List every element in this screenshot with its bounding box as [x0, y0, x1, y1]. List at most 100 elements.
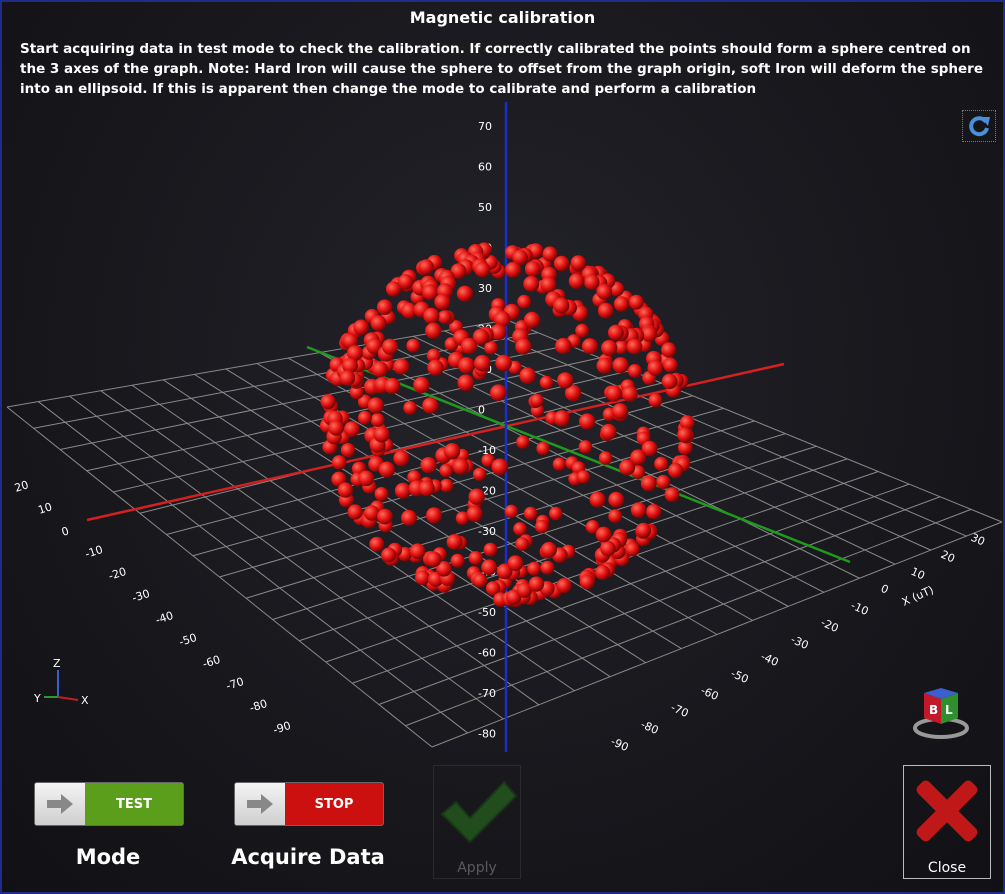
data-point: [549, 506, 563, 521]
data-point: [595, 526, 612, 543]
data-point: [483, 542, 498, 557]
data-point: [427, 359, 444, 376]
data-point: [581, 338, 599, 355]
checkmark-icon: [440, 780, 518, 844]
right-tick-label: -60: [699, 684, 721, 703]
data-point: [552, 457, 567, 471]
scatter-3d-plot[interactable]: 706050403020100-10-20-30-40-50-60-70-802…: [2, 2, 1003, 892]
data-point: [472, 467, 487, 481]
data-point: [369, 536, 385, 552]
data-point: [367, 397, 384, 414]
data-point: [523, 506, 538, 521]
data-point: [374, 487, 389, 501]
apply-button[interactable]: Apply: [433, 765, 521, 879]
data-point: [535, 519, 549, 534]
data-point: [606, 385, 623, 402]
reset-view-button[interactable]: [962, 110, 996, 142]
data-point: [504, 504, 519, 519]
data-point: [474, 354, 491, 372]
data-point: [371, 361, 388, 378]
floor-grid: [6, 319, 1003, 748]
left-tick-label: -90: [271, 719, 292, 737]
mode-toggle[interactable]: TEST: [34, 782, 184, 826]
right-tick-label: -80: [639, 718, 661, 737]
refresh-icon: [969, 116, 990, 137]
data-point: [568, 273, 585, 289]
data-point: [337, 482, 354, 498]
data-point: [446, 534, 463, 550]
apply-label: Apply: [457, 860, 497, 876]
right-tick-label: 0: [879, 582, 891, 597]
triad-y-label: Y: [33, 692, 41, 705]
data-point: [468, 551, 483, 565]
data-point: [668, 463, 684, 479]
left-tick-label: 0: [60, 524, 71, 539]
z-tick-label: 30: [478, 282, 492, 295]
data-point: [409, 543, 426, 559]
right-tick-label: -40: [759, 650, 781, 669]
left-tick-label: -50: [177, 631, 198, 649]
data-point: [420, 457, 437, 474]
acquire-state-text: STOP: [285, 783, 383, 825]
data-point: [517, 294, 532, 309]
data-point: [491, 458, 509, 476]
data-point: [425, 322, 442, 339]
data-point: [640, 475, 657, 492]
mode-state-text: TEST: [85, 783, 183, 825]
close-button[interactable]: Close: [903, 765, 991, 879]
data-point: [608, 509, 623, 523]
x-axis-title: X (uT): [900, 583, 936, 608]
data-point: [578, 440, 593, 454]
mode-label: Mode: [75, 845, 141, 869]
data-point: [406, 338, 421, 353]
data-point: [515, 537, 530, 551]
data-point: [540, 560, 555, 575]
data-point: [413, 376, 430, 394]
right-tick-label: -20: [819, 616, 841, 635]
data-point: [357, 410, 372, 425]
data-point: [481, 559, 497, 576]
data-point: [589, 491, 606, 508]
data-point: [515, 338, 532, 355]
right-tick-label: -50: [729, 667, 751, 686]
acquire-toggle[interactable]: STOP: [234, 782, 384, 826]
mode-toggle-knob: [35, 783, 85, 825]
z-tick-label: 50: [478, 201, 492, 214]
data-point: [576, 470, 591, 484]
data-point: [527, 561, 542, 576]
z-tick-label: -50: [478, 606, 496, 619]
data-point: [612, 403, 629, 420]
data-point: [344, 421, 360, 437]
data-point: [460, 337, 478, 355]
data-point: [575, 323, 589, 338]
data-point: [513, 522, 527, 536]
z-tick-label: -60: [478, 647, 496, 660]
data-point: [579, 574, 595, 590]
data-point: [601, 339, 618, 357]
data-point: [347, 504, 363, 520]
right-tick-label: 10: [909, 565, 927, 583]
left-tick-label: -20: [107, 565, 128, 583]
data-point: [570, 255, 586, 271]
data-point: [536, 441, 550, 456]
data-point: [425, 551, 442, 568]
data-point: [553, 297, 570, 314]
data-point: [401, 509, 417, 526]
data-point: [523, 275, 540, 292]
instructions-text: Start acquiring data in test mode to che…: [20, 41, 983, 97]
view-cube[interactable]: B L: [910, 680, 972, 742]
data-point: [505, 261, 522, 278]
z-tick-label: 60: [478, 161, 492, 174]
data-point: [540, 276, 557, 293]
data-point: [452, 458, 469, 475]
axis-ticks: 706050403020100-10-20-30-40-50-60-70-802…: [13, 120, 987, 754]
data-point: [382, 338, 399, 355]
data-point: [661, 373, 678, 390]
data-point: [458, 357, 475, 374]
arrow-right-icon: [47, 794, 73, 814]
data-point: [423, 307, 440, 324]
data-point: [422, 397, 439, 414]
data-point: [628, 294, 644, 310]
data-point: [328, 420, 344, 436]
data-point: [398, 274, 414, 290]
